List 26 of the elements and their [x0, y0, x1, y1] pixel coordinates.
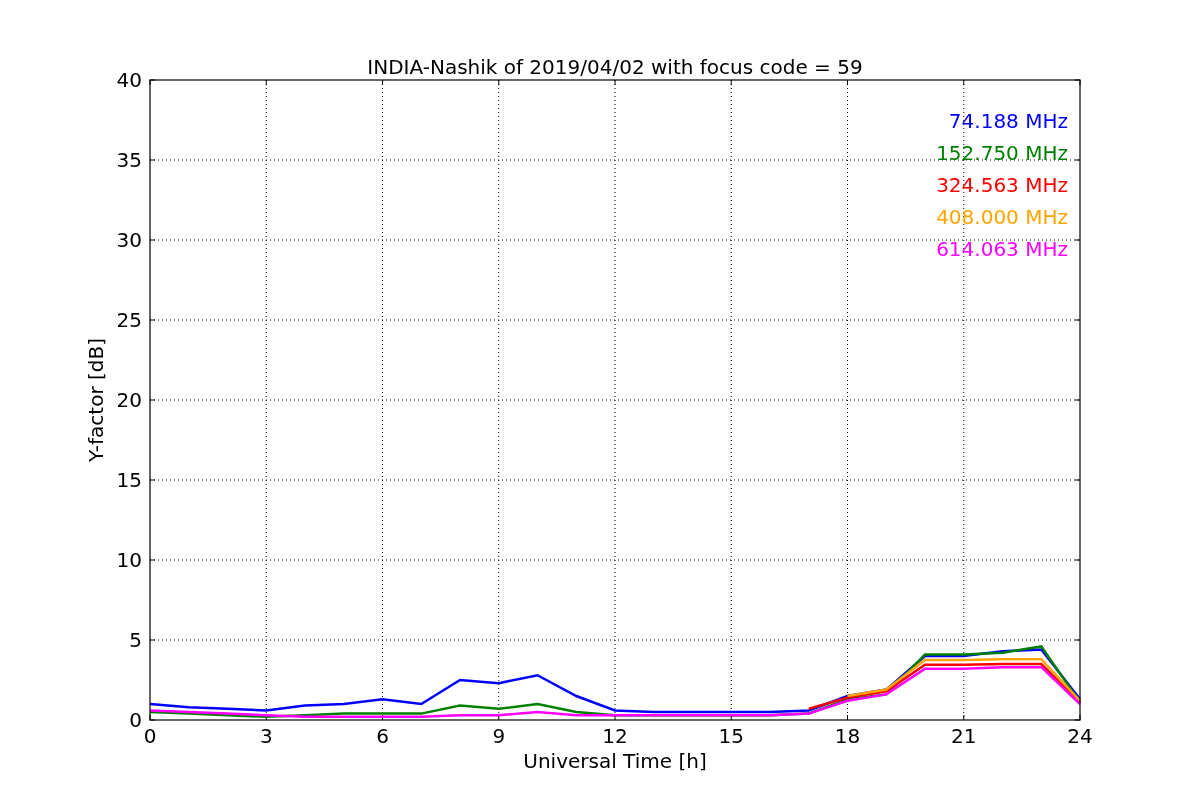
legend-label: 74.188 MHz [948, 109, 1068, 133]
y-tick-label: 30 [116, 228, 142, 252]
legend-label: 152.750 MHz [936, 141, 1068, 165]
y-tick-label: 40 [116, 68, 142, 92]
x-tick-label: 24 [1067, 724, 1093, 748]
x-tick-label: 0 [143, 724, 157, 748]
y-tick-label: 5 [129, 628, 142, 652]
legend-label: 408.000 MHz [936, 205, 1068, 229]
x-tick-label: 21 [951, 724, 977, 748]
y-tick-label: 10 [116, 548, 142, 572]
x-tick-label: 15 [718, 724, 744, 748]
legend-label: 614.063 MHz [936, 237, 1068, 261]
y-tick-label: 0 [129, 708, 142, 732]
y-tick-label: 20 [116, 388, 142, 412]
x-axis-label: Universal Time [h] [523, 749, 707, 773]
x-tick-label: 9 [492, 724, 506, 748]
chart-title: INDIA-Nashik of 2019/04/02 with focus code = 59 [367, 55, 863, 79]
x-tick-label: 6 [376, 724, 389, 748]
x-tick-label: 12 [602, 724, 628, 748]
y-axis-label: Y-factor [dB] [84, 338, 108, 462]
y-tick-label: 15 [116, 468, 142, 492]
legend-label: 324.563 MHz [936, 173, 1068, 197]
x-tick-label: 18 [834, 724, 861, 748]
y-tick-label: 35 [116, 148, 142, 172]
x-tick-label: 3 [259, 724, 273, 748]
y-tick-label: 25 [116, 308, 142, 332]
